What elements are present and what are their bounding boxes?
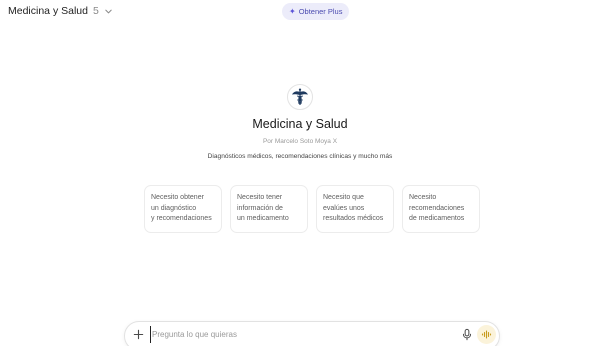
suggestion-text-line: recomendaciones [409, 204, 465, 212]
suggestion-text-line: información de [237, 204, 283, 212]
suggestion-text-line: Necesito que [323, 194, 364, 201]
microphone-icon[interactable] [461, 328, 473, 341]
gpt-avatar [287, 84, 313, 110]
suggestion-card[interactable]: Necesito obtener un diagnóstico y recome… [144, 185, 222, 233]
suggestion-text-line: Necesito tener [237, 194, 283, 201]
gpt-title: Medicina y Salud [252, 117, 348, 131]
suggestion-text-line: Necesito obtener [151, 194, 204, 201]
model-switcher[interactable]: Medicina y Salud 5 [8, 5, 113, 17]
plus-icon[interactable] [132, 328, 145, 341]
suggestion-text-line: un diagnóstico [151, 204, 197, 212]
suggestion-card[interactable]: Necesito tener información de un medicam… [230, 185, 308, 233]
sparkle-icon: ✦ [289, 6, 296, 16]
prompt-input[interactable] [150, 326, 450, 343]
gpt-description: Diagnósticos médicos, recomendaciones cl… [207, 153, 393, 160]
model-version: 5 [92, 5, 99, 17]
suggestion-card[interactable]: Necesito recomendaciones de medicamentos [402, 185, 480, 233]
gpt-intro: Medicina y Salud Por Marcelo Soto Moya X… [0, 84, 600, 160]
suggestion-text-line: evalúes unos [323, 204, 365, 212]
suggestion-text-line: y recomendaciones [151, 215, 212, 222]
voice-mode-button[interactable] [477, 325, 496, 344]
get-plus-label: Obtener Plus [298, 7, 343, 16]
suggestion-text-line: Necesito [409, 194, 437, 201]
get-plus-button[interactable]: ✦ Obtener Plus [282, 3, 350, 20]
suggestion-cards: Necesito obtener un diagnóstico y recome… [0, 185, 600, 233]
model-name: Medicina y Salud [8, 5, 88, 17]
suggestion-text-line: un medicamento [237, 215, 289, 222]
suggestion-card[interactable]: Necesito que evalúes unos resultados méd… [316, 185, 394, 233]
suggestion-text-line: de medicamentos [409, 215, 465, 222]
caduceus-icon [292, 88, 308, 105]
composer [124, 321, 500, 346]
chevron-down-icon [105, 9, 112, 14]
voice-mode-icon [481, 330, 492, 339]
suggestion-text-line: resultados médicos [323, 215, 384, 222]
gpt-author: Por Marcelo Soto Moya X [262, 138, 338, 145]
top-bar: Medicina y Salud 5 ✦ Obtener Plus [0, 0, 600, 24]
